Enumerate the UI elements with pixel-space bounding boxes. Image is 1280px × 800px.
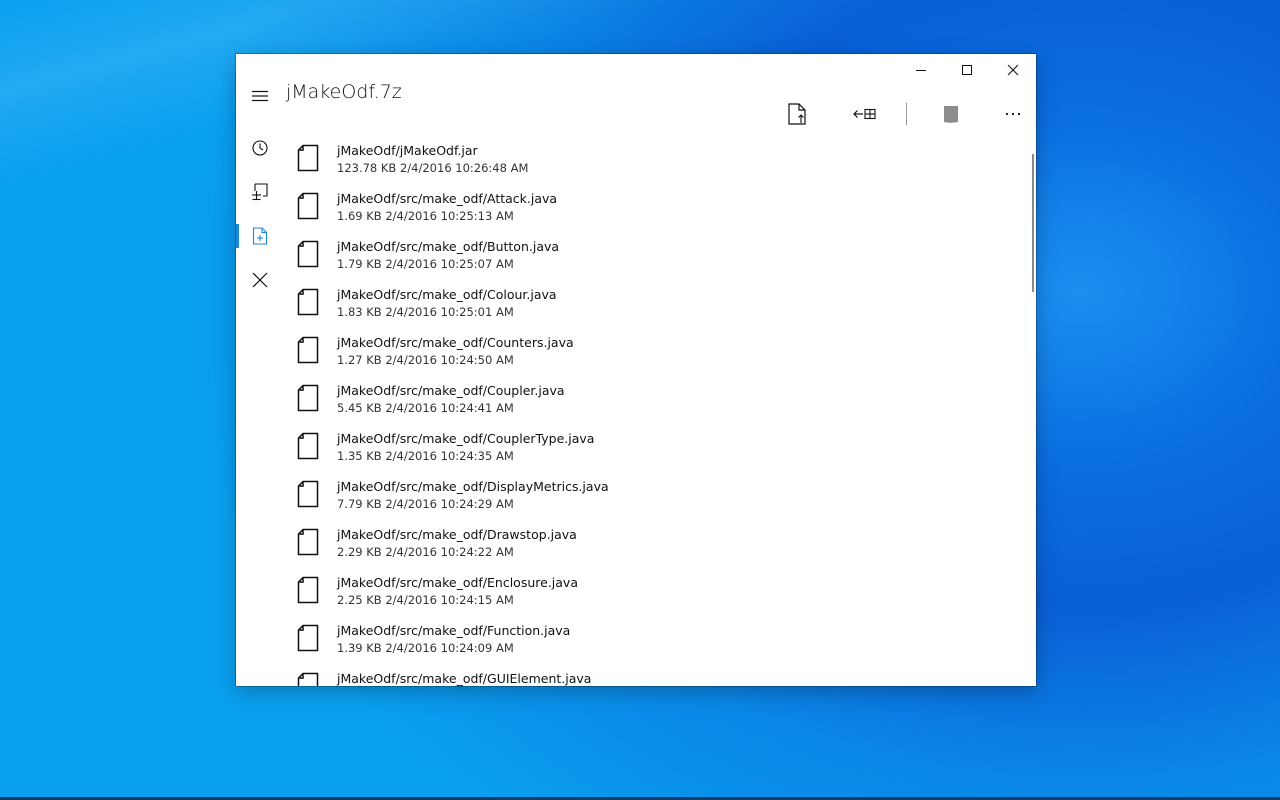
file-text: jMakeOdf/src/make_odf/Button.java 1.79 K… — [337, 239, 559, 273]
list-item[interactable]: jMakeOdf/src/make_odf/Attack.java 1.69 K… — [284, 182, 1028, 230]
file-name: jMakeOdf/src/make_odf/GUIElement.java — [337, 671, 592, 686]
file-name: jMakeOdf/src/make_odf/CouplerType.java — [337, 431, 595, 446]
nav-archive-contents[interactable] — [236, 214, 284, 258]
extract-file-icon — [788, 103, 806, 125]
list-item[interactable]: jMakeOdf/src/make_odf/DisplayMetrics.jav… — [284, 470, 1028, 518]
list-item[interactable]: jMakeOdf/src/make_odf/CouplerType.java 1… — [284, 422, 1028, 470]
list-item[interactable]: jMakeOdf/src/make_odf/Function.java 1.39… — [284, 614, 1028, 662]
file-icon — [297, 384, 319, 412]
file-icon — [297, 528, 319, 556]
navigation-rail — [236, 126, 284, 302]
stop-icon — [944, 106, 958, 123]
file-text: jMakeOdf/src/make_odf/Coupler.java 5.45 … — [337, 383, 565, 417]
nav-open-archive[interactable] — [236, 170, 284, 214]
file-meta: 1.83 KB 2/4/2016 10:25:01 AM — [337, 305, 514, 319]
file-text: jMakeOdf/src/make_odf/Colour.java 1.83 K… — [337, 287, 557, 321]
file-meta: 1.69 KB 2/4/2016 10:25:13 AM — [337, 209, 514, 223]
nav-close-archive[interactable] — [236, 258, 284, 302]
file-text: jMakeOdf/src/make_odf/Counters.java 1.27… — [337, 335, 574, 369]
more-options-button[interactable] — [990, 98, 1036, 130]
extract-all-icon — [853, 108, 876, 120]
file-text: jMakeOdf/src/make_odf/Attack.java 1.69 K… — [337, 191, 557, 225]
file-icon — [297, 240, 319, 268]
file-meta: 5.45 KB 2/4/2016 10:24:41 AM — [337, 401, 514, 415]
extract-all-button[interactable] — [842, 98, 888, 130]
file-icon — [297, 624, 319, 652]
file-meta: 1.35 KB 2/4/2016 10:24:35 AM — [337, 449, 514, 463]
minimize-icon — [916, 70, 926, 71]
file-meta: 123.78 KB 2/4/2016 10:26:48 AM — [337, 161, 529, 175]
list-item[interactable]: jMakeOdf/src/make_odf/Drawstop.java 2.29… — [284, 518, 1028, 566]
file-icon — [297, 672, 319, 686]
file-icon — [297, 576, 319, 604]
open-archive-icon — [252, 183, 268, 201]
stop-button[interactable] — [932, 98, 970, 130]
list-item[interactable]: jMakeOdf/src/make_odf/Colour.java 1.83 K… — [284, 278, 1028, 326]
file-name: jMakeOdf/src/make_odf/Enclosure.java — [337, 575, 578, 590]
list-item[interactable]: jMakeOdf/src/make_odf/Button.java 1.79 K… — [284, 230, 1028, 278]
file-meta: 2.29 KB 2/4/2016 10:24:22 AM — [337, 545, 514, 559]
list-item[interactable]: jMakeOdf/src/make_odf/Counters.java 1.27… — [284, 326, 1028, 374]
file-meta: 2.25 KB 2/4/2016 10:24:15 AM — [337, 593, 514, 607]
file-icon — [297, 288, 319, 316]
maximize-icon — [962, 65, 972, 75]
file-name: jMakeOdf/src/make_odf/Function.java — [337, 623, 571, 638]
minimize-button[interactable] — [898, 54, 944, 86]
close-button[interactable] — [990, 54, 1036, 86]
close-archive-icon — [252, 272, 268, 288]
file-text: jMakeOdf/jMakeOdf.jar 123.78 KB 2/4/2016… — [337, 143, 528, 177]
close-icon — [1007, 64, 1019, 76]
hamburger-icon — [252, 90, 268, 102]
file-name: jMakeOdf/src/make_odf/Attack.java — [337, 191, 558, 206]
file-icon — [297, 432, 319, 460]
file-icon — [297, 336, 319, 364]
command-bar — [774, 98, 1036, 130]
file-meta: 1.79 KB 2/4/2016 10:25:07 AM — [337, 257, 514, 271]
file-text: jMakeOdf/src/make_odf/GUIElement.java — [337, 671, 591, 686]
file-text: jMakeOdf/src/make_odf/DisplayMetrics.jav… — [337, 479, 609, 513]
file-meta: 1.39 KB 2/4/2016 10:24:09 AM — [337, 641, 514, 655]
file-name: jMakeOdf/src/make_odf/Coupler.java — [337, 383, 565, 398]
hamburger-menu-button[interactable] — [248, 84, 272, 108]
nav-recent[interactable] — [236, 126, 284, 170]
file-name: jMakeOdf/src/make_odf/Counters.java — [337, 335, 574, 350]
file-meta: 1.27 KB 2/4/2016 10:24:50 AM — [337, 353, 514, 367]
maximize-button[interactable] — [944, 54, 990, 86]
page-title: jMakeOdf.7z — [286, 81, 402, 103]
list-item[interactable]: jMakeOdf/jMakeOdf.jar 123.78 KB 2/4/2016… — [284, 134, 1028, 182]
file-text: jMakeOdf/src/make_odf/Function.java 1.39… — [337, 623, 570, 657]
recent-icon — [252, 140, 268, 156]
vertical-scrollbar-thumb[interactable] — [1032, 154, 1034, 292]
toolbar-separator — [900, 98, 912, 130]
more-icon — [1005, 112, 1021, 116]
list-item[interactable]: jMakeOdf/src/make_odf/Coupler.java 5.45 … — [284, 374, 1028, 422]
file-text: jMakeOdf/src/make_odf/Drawstop.java 2.29… — [337, 527, 577, 561]
file-icon — [297, 480, 319, 508]
file-text: jMakeOdf/src/make_odf/Enclosure.java 2.2… — [337, 575, 578, 609]
file-name: jMakeOdf/src/make_odf/Drawstop.java — [337, 527, 577, 542]
file-icon — [297, 144, 319, 172]
file-icon — [297, 192, 319, 220]
archive-contents-icon — [252, 227, 268, 245]
file-name: jMakeOdf/src/make_odf/Colour.java — [337, 287, 557, 302]
file-name: jMakeOdf/src/make_odf/Button.java — [337, 239, 560, 254]
window-controls — [898, 54, 1036, 86]
file-name: jMakeOdf/jMakeOdf.jar — [337, 143, 478, 158]
file-name: jMakeOdf/src/make_odf/DisplayMetrics.jav… — [337, 479, 609, 494]
file-text: jMakeOdf/src/make_odf/CouplerType.java 1… — [337, 431, 594, 465]
extract-file-button[interactable] — [774, 98, 820, 130]
list-item[interactable]: jMakeOdf/src/make_odf/GUIElement.java — [284, 662, 1028, 686]
list-item[interactable]: jMakeOdf/src/make_odf/Enclosure.java 2.2… — [284, 566, 1028, 614]
app-window: jMakeOdf.7z jMakeOdf/jMakeOdf.jar 123.78… — [236, 54, 1036, 686]
file-list: jMakeOdf/jMakeOdf.jar 123.78 KB 2/4/2016… — [284, 134, 1028, 686]
file-meta: 7.79 KB 2/4/2016 10:24:29 AM — [337, 497, 514, 511]
